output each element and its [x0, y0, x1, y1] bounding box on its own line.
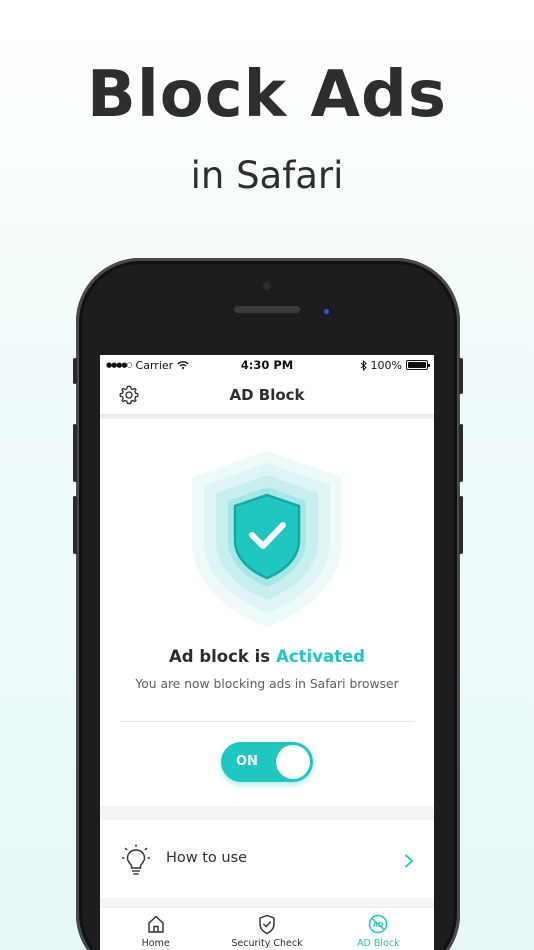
how-to-use-row[interactable]: How to use [100, 820, 434, 898]
tab-bar: Home Security Check AD AD Block [100, 907, 434, 950]
shield-check-icon [259, 914, 275, 935]
tab-ad-block[interactable]: AD AD Block [323, 908, 434, 950]
bluetooth-icon [360, 359, 367, 371]
status-bar: ●●●●○ Carrier 4:30 PM 100% [100, 355, 434, 375]
front-camera [321, 306, 332, 317]
wifi-icon [177, 360, 189, 369]
tab-home[interactable]: Home [100, 908, 211, 950]
status-description: You are now blocking ads in Safari brows… [135, 677, 399, 691]
tab-security-check[interactable]: Security Check [211, 908, 322, 950]
tab-home-label: Home [141, 938, 170, 949]
status-value: Activated [276, 647, 365, 666]
carrier-label: Carrier [135, 358, 174, 372]
toggle-knob [276, 745, 310, 779]
battery-percent: 100% [370, 358, 402, 372]
lightbulb-icon [122, 844, 150, 875]
gear-icon[interactable] [118, 384, 140, 406]
app-screen: ●●●●○ Carrier 4:30 PM 100% AD Block Ad b… [100, 355, 434, 950]
home-icon [147, 915, 164, 933]
signal-icon: ●●●●○ [106, 361, 133, 369]
nav-bar: AD Block [100, 375, 434, 414]
status-heading: Ad block is Activated [100, 647, 434, 666]
tab-security-check-label: Security Check [231, 938, 303, 949]
battery-icon [405, 360, 430, 370]
promo-subline: in Safari [190, 154, 344, 197]
tab-ad-block-label: AD Block [357, 938, 400, 949]
chevron-right-icon [405, 854, 414, 868]
shield-check-icon [192, 451, 342, 627]
how-to-use-label: How to use [166, 850, 248, 866]
ad-block-toggle[interactable]: ON [221, 742, 313, 782]
toggle-label: ON [236, 754, 258, 769]
clock: 4:30 PM [240, 358, 294, 372]
sensor-dot [263, 282, 271, 290]
promo-headline: Block Ads [87, 58, 447, 132]
page-title: AD Block [229, 385, 305, 404]
status-prefix: Ad block is [169, 647, 271, 666]
ad-block-card: Ad block is Activated You are now blockin… [100, 419, 434, 806]
divider [120, 721, 414, 722]
earpiece-speaker [234, 306, 300, 313]
ad-block-icon: AD [369, 914, 388, 934]
